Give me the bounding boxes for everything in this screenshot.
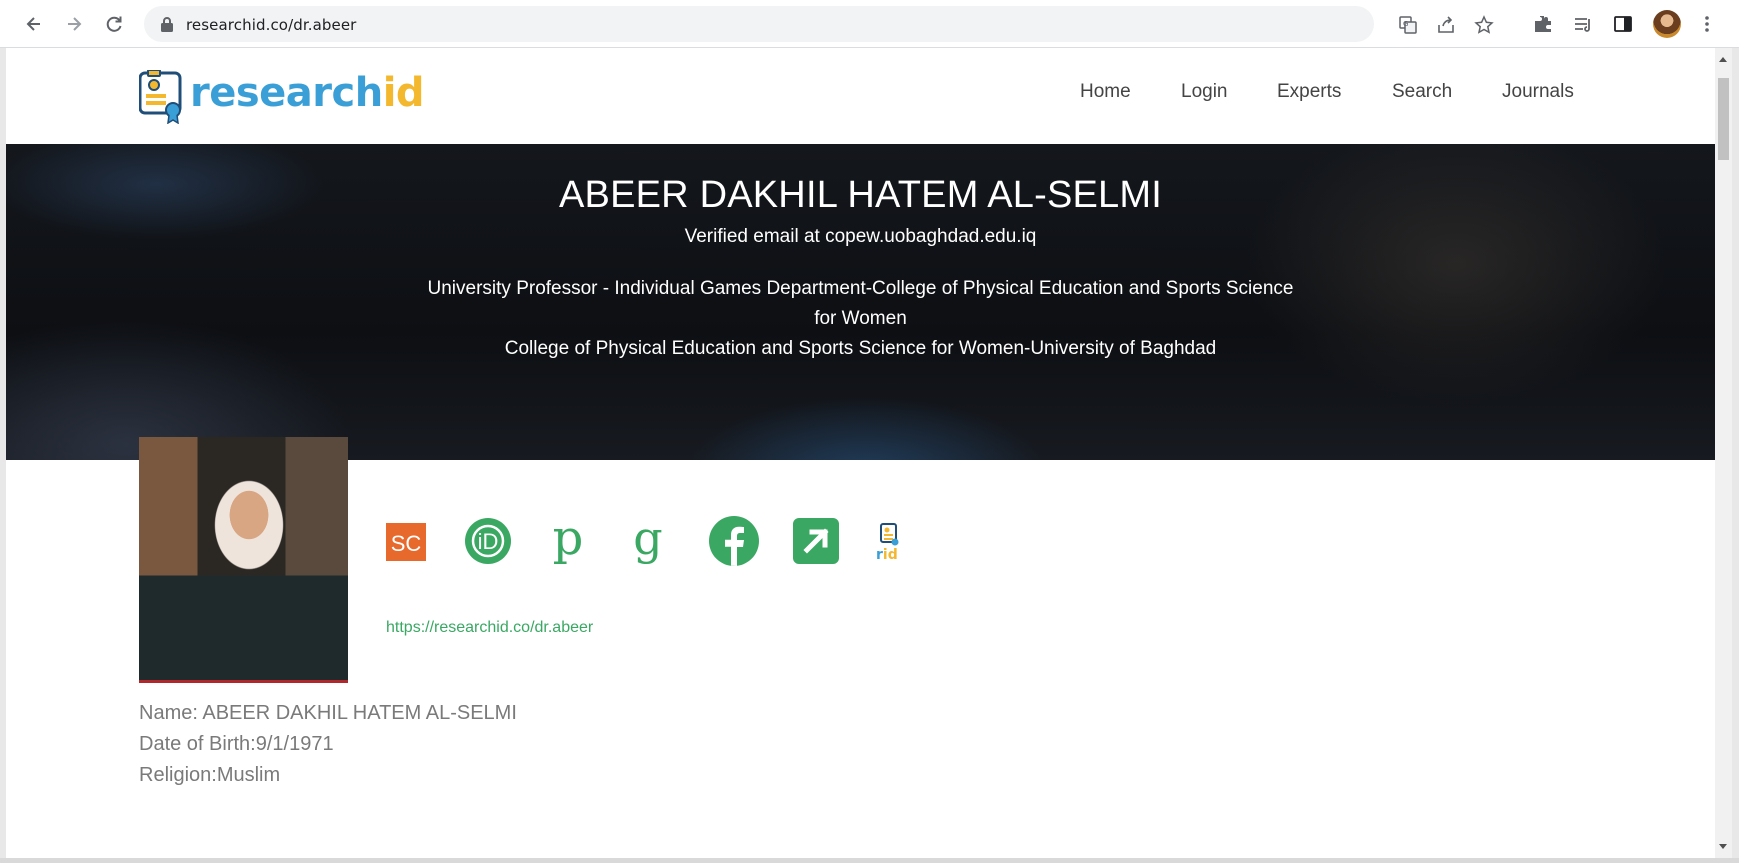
back-icon[interactable] (20, 10, 48, 38)
verified-email: Verified email at copew.uobaghdad.edu.iq (684, 226, 1037, 247)
share-icon[interactable] (1436, 15, 1456, 35)
profile-name-heading: ABEER DAKHIL HATEM AL-SELMI (558, 174, 1162, 216)
profile-photo (139, 437, 348, 683)
nav-login[interactable]: Login (1181, 81, 1228, 103)
scopus-icon[interactable]: SC (386, 516, 426, 566)
scroll-down-icon[interactable] (1719, 844, 1727, 849)
orcid-icon-glyph: iD (478, 529, 499, 554)
facebook-icon[interactable] (708, 516, 760, 566)
profile-details: Name: ABEER DAKHIL HATEM AL-SELMI Date o… (139, 698, 1039, 791)
detail-date-of-birth: Date of Birth:9/1/1971 (139, 733, 334, 755)
scopus-icon-glyph: SC (391, 531, 422, 556)
logo-text-id: id (382, 70, 425, 116)
page-scrollbar[interactable] (1715, 48, 1732, 858)
scroll-up-icon[interactable] (1719, 57, 1727, 62)
publons-icon-glyph: p (553, 516, 584, 566)
google-scholar-icon-glyph: g (633, 516, 662, 565)
affiliation-line: College of Physical Education and Sports… (504, 338, 1217, 359)
profile-avatar[interactable] (1653, 10, 1681, 38)
menu-icon[interactable] (1696, 13, 1718, 35)
site-header: researchid Home Login Experts Search Jou… (6, 48, 1715, 144)
external-link-icon[interactable] (792, 516, 840, 566)
nav-home[interactable]: Home (1080, 81, 1131, 103)
nav-experts[interactable]: Experts (1277, 81, 1341, 103)
nav-journals[interactable]: Journals (1502, 81, 1574, 103)
profile-hero: ABEER DAKHIL HATEM AL-SELMI Verified ema… (6, 144, 1715, 460)
translate-icon[interactable]: G (1398, 15, 1418, 35)
side-panel-icon[interactable] (1612, 13, 1634, 35)
google-scholar-icon[interactable]: g (626, 516, 670, 566)
detail-religion: Religion:Muslim (139, 764, 281, 786)
detail-name: Name: ABEER DAKHIL HATEM AL-SELMI (139, 702, 517, 724)
window-bottom-edge (0, 858, 1739, 863)
nav-search[interactable]: Search (1392, 81, 1452, 103)
researchid-icon[interactable]: rid (872, 516, 906, 566)
affiliation-line: for Women (814, 308, 907, 329)
orcid-icon[interactable]: iD (464, 516, 512, 566)
researchid-logo-icon[interactable] (139, 70, 183, 124)
forward-icon[interactable] (60, 10, 88, 38)
affiliation: University Professor - Individual Games … (6, 274, 1715, 364)
browser-toolbar: researchid.co/dr.abeer G (0, 0, 1739, 48)
reading-list-icon[interactable] (1572, 13, 1594, 35)
lock-icon[interactable] (160, 16, 174, 32)
extensions-icon[interactable] (1532, 13, 1554, 35)
researchid-icon-glyph: rid (876, 547, 898, 563)
url-text: researchid.co/dr.abeer (186, 16, 357, 34)
affiliation-line: University Professor - Individual Games … (427, 278, 1294, 299)
profile-url-link[interactable]: https://researchid.co/dr.abeer (386, 619, 593, 637)
publons-icon[interactable]: p (548, 516, 588, 566)
address-bar[interactable]: researchid.co/dr.abeer G (144, 6, 1494, 42)
site-logo[interactable]: researchid (190, 68, 425, 118)
svg-text:G: G (1403, 20, 1408, 28)
scroll-thumb[interactable] (1718, 78, 1729, 160)
star-icon[interactable] (1474, 15, 1494, 35)
logo-text-research: research (190, 70, 383, 116)
page-viewport: researchid Home Login Experts Search Jou… (6, 48, 1715, 858)
reload-icon[interactable] (100, 10, 128, 38)
